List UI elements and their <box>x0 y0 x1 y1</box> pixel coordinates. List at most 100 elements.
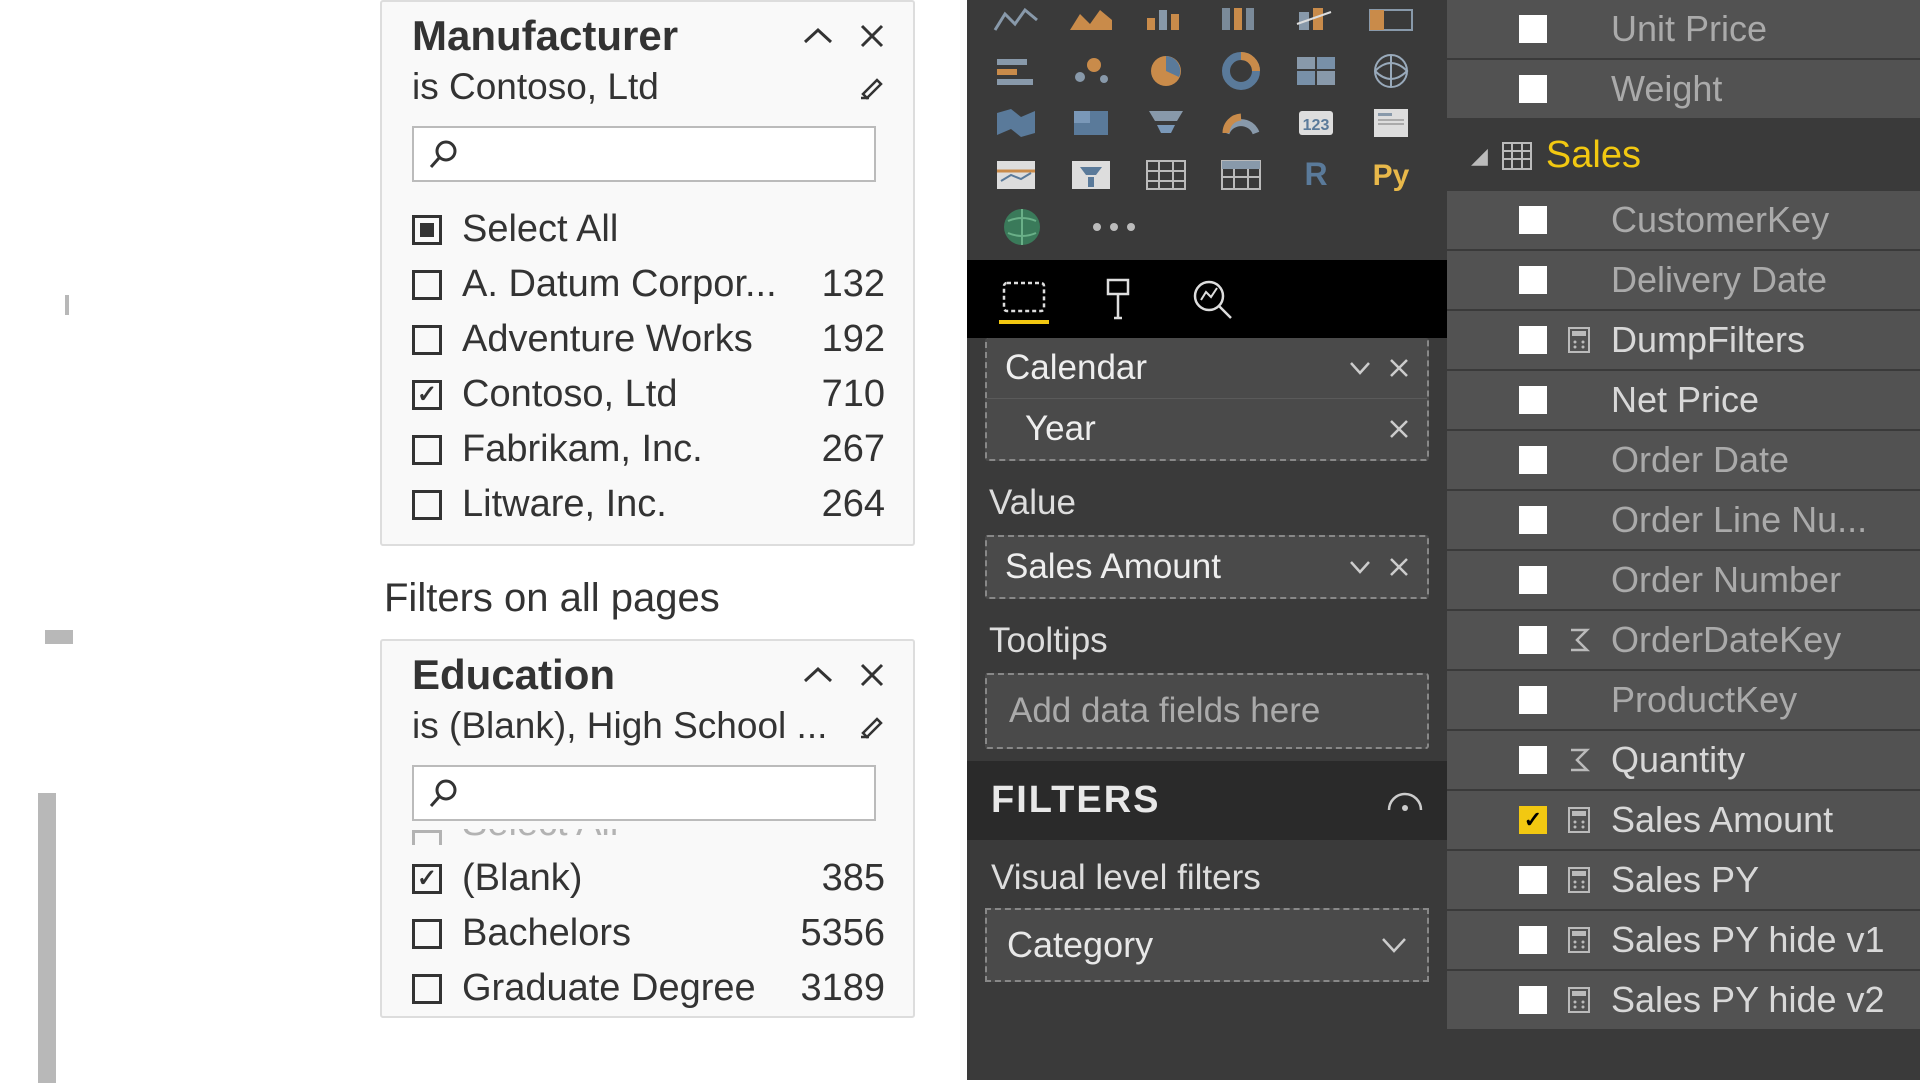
field-checkbox[interactable] <box>1519 326 1547 354</box>
tab-analytics[interactable] <box>1187 274 1237 324</box>
stacked-column-icon[interactable] <box>1135 0 1197 38</box>
filter-option[interactable]: (Blank) 385 <box>412 851 885 906</box>
kpi-icon[interactable] <box>1360 104 1422 142</box>
line-chart-icon[interactable] <box>985 0 1047 38</box>
field-checkbox[interactable] <box>1519 206 1547 234</box>
field-checkbox[interactable] <box>1519 806 1547 834</box>
globe-map-icon[interactable] <box>1360 52 1422 90</box>
slicer-icon[interactable] <box>1060 156 1122 194</box>
selection-handle[interactable] <box>65 295 69 315</box>
bar-chart-icon[interactable] <box>985 52 1047 90</box>
checkbox-icon[interactable] <box>412 919 442 949</box>
field-item[interactable]: Sales PY hide v1 <box>1447 911 1920 971</box>
ribbon-chart-icon[interactable] <box>1360 0 1422 38</box>
expand-icon[interactable]: ◢ <box>1471 143 1488 169</box>
field-checkbox[interactable] <box>1519 75 1547 103</box>
filter-option[interactable]: Contoso, Ltd 710 <box>412 367 885 422</box>
field-item[interactable]: Order Date <box>1447 431 1920 491</box>
checkbox-icon[interactable] <box>412 864 442 894</box>
field-item[interactable]: ProductKey <box>1447 671 1920 731</box>
multi-row-card-icon[interactable] <box>985 156 1047 194</box>
visual-filter-category[interactable]: Category <box>985 908 1429 982</box>
filter-option[interactable]: Bachelors 5356 <box>412 906 885 961</box>
hundred-stacked-icon[interactable] <box>1210 0 1272 38</box>
collapse-icon[interactable] <box>801 665 835 685</box>
pie-chart-icon[interactable] <box>1135 52 1197 90</box>
close-icon[interactable] <box>1389 557 1409 577</box>
field-checkbox[interactable] <box>1519 566 1547 594</box>
field-pill-calendar[interactable]: Calendar <box>987 338 1427 399</box>
matrix-icon[interactable] <box>1210 156 1272 194</box>
r-visual-icon[interactable]: R <box>1285 156 1347 194</box>
field-item[interactable]: Sales PY <box>1447 851 1920 911</box>
filter-option-select-all[interactable]: Select All <box>412 202 885 257</box>
field-checkbox[interactable] <box>1519 986 1547 1014</box>
field-item[interactable]: Delivery Date <box>1447 251 1920 311</box>
chevron-down-icon[interactable] <box>1381 937 1407 953</box>
area-chart-icon[interactable] <box>1060 0 1122 38</box>
checkbox-icon[interactable] <box>412 490 442 520</box>
field-checkbox[interactable] <box>1519 746 1547 774</box>
filter-option[interactable]: Graduate Degree 3189 <box>412 961 885 1016</box>
field-item[interactable]: DumpFilters <box>1447 311 1920 371</box>
close-icon[interactable] <box>1389 419 1409 439</box>
chevron-down-icon[interactable] <box>1349 560 1371 574</box>
value-field-well[interactable]: Sales Amount <box>985 535 1429 599</box>
checkbox-icon[interactable] <box>412 974 442 1004</box>
field-checkbox[interactable] <box>1519 386 1547 414</box>
field-checkbox[interactable] <box>1519 926 1547 954</box>
filter-option[interactable]: Adventure Works 192 <box>412 312 885 367</box>
filter-search-input[interactable] <box>412 126 876 182</box>
field-item[interactable]: Net Price <box>1447 371 1920 431</box>
close-icon[interactable] <box>1389 358 1409 378</box>
reveal-icon[interactable] <box>1387 790 1423 812</box>
chevron-down-icon[interactable] <box>1349 361 1371 375</box>
collapse-icon[interactable] <box>801 26 835 46</box>
field-checkbox[interactable] <box>1519 266 1547 294</box>
field-item[interactable]: CustomerKey <box>1447 191 1920 251</box>
combo-chart-icon[interactable] <box>1285 0 1347 38</box>
checkbox-icon[interactable] <box>412 325 442 355</box>
field-checkbox[interactable] <box>1519 686 1547 714</box>
filter-search-input[interactable] <box>412 765 876 821</box>
filter-option-select-all[interactable]: Select All <box>412 829 885 851</box>
arcgis-icon[interactable] <box>991 208 1053 246</box>
checkbox-icon[interactable] <box>412 270 442 300</box>
field-checkbox[interactable] <box>1519 15 1547 43</box>
shape-map-icon[interactable] <box>1060 104 1122 142</box>
funnel-icon[interactable] <box>1135 104 1197 142</box>
checkbox-icon[interactable] <box>412 435 442 465</box>
tab-format[interactable] <box>1093 274 1143 324</box>
close-icon[interactable] <box>859 662 885 688</box>
field-item[interactable]: OrderDateKey <box>1447 611 1920 671</box>
python-visual-icon[interactable]: Py <box>1360 156 1422 194</box>
gauge-icon[interactable] <box>1210 104 1272 142</box>
donut-chart-icon[interactable] <box>1210 52 1272 90</box>
field-item[interactable]: Quantity <box>1447 731 1920 791</box>
checkbox-selectall-icon[interactable] <box>412 215 442 245</box>
field-checkbox[interactable] <box>1519 866 1547 894</box>
table-icon[interactable] <box>1135 156 1197 194</box>
eraser-icon[interactable] <box>855 711 885 741</box>
field-checkbox[interactable] <box>1519 446 1547 474</box>
field-item[interactable]: Order Line Nu... <box>1447 491 1920 551</box>
field-checkbox[interactable] <box>1519 506 1547 534</box>
selection-edge[interactable] <box>38 793 56 1083</box>
filled-map-icon[interactable] <box>985 104 1047 142</box>
filters-section-header[interactable]: FILTERS <box>967 761 1447 840</box>
scatter-chart-icon[interactable] <box>1060 52 1122 90</box>
field-item[interactable]: Weight <box>1447 60 1920 120</box>
close-icon[interactable] <box>859 23 885 49</box>
field-pill-year[interactable]: Year <box>987 399 1427 459</box>
selection-handle[interactable] <box>45 630 73 644</box>
field-item[interactable]: Sales Amount <box>1447 791 1920 851</box>
checkbox-icon[interactable] <box>412 830 442 845</box>
card-icon[interactable]: 123 <box>1285 104 1347 142</box>
tab-fields[interactable] <box>999 274 1049 324</box>
tooltips-field-well[interactable]: Add data fields here <box>985 673 1429 749</box>
field-checkbox[interactable] <box>1519 626 1547 654</box>
eraser-icon[interactable] <box>855 72 885 102</box>
checkbox-icon[interactable] <box>412 380 442 410</box>
more-visuals-icon[interactable] <box>1083 208 1145 246</box>
field-item[interactable]: Order Number <box>1447 551 1920 611</box>
